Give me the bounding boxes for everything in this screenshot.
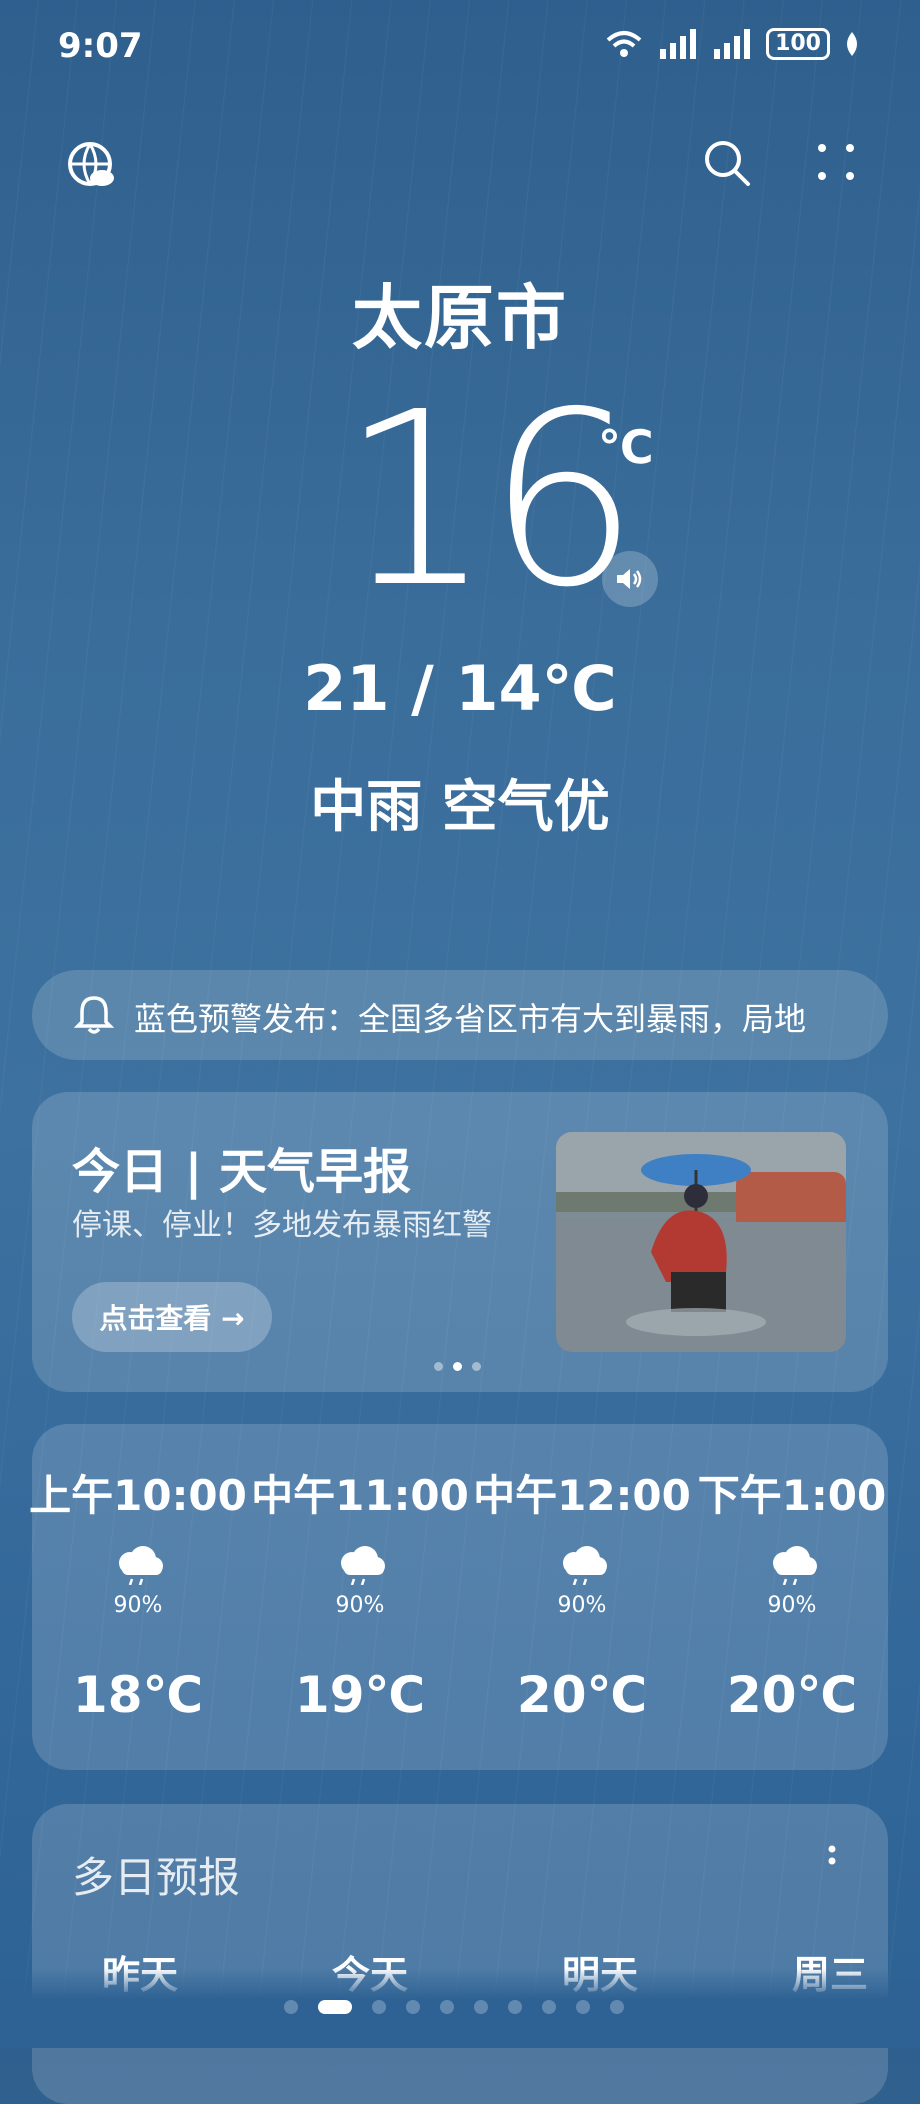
page-dot xyxy=(576,2000,590,2014)
hour-precipitation: 90% xyxy=(767,1593,817,1618)
page-dot xyxy=(610,2000,624,2014)
page-dot xyxy=(440,2000,454,2014)
hourly-forecast-card[interactable]: 上午10:00 90% 18℃ 中午11:00 90% 19℃ 中午12:00 … xyxy=(29,1424,888,1770)
rain-cloud-icon xyxy=(563,1546,607,1586)
weather-condition[interactable]: 中雨 空气优 xyxy=(0,762,920,843)
hour-temperature: 19℃ xyxy=(294,1666,426,1724)
news-image[interactable] xyxy=(556,1132,846,1352)
rain-cloud-icon xyxy=(119,1546,163,1586)
globe-weather-icon[interactable] xyxy=(66,140,116,190)
hour-temperature: 20℃ xyxy=(516,1666,648,1724)
hour-temperature: 20℃ xyxy=(726,1666,858,1724)
hourly-item[interactable]: 中午11:00 90% 19℃ xyxy=(250,1462,470,1724)
rain-cloud-icon xyxy=(341,1546,385,1586)
temperature-range: 21 / 14℃ xyxy=(303,652,617,725)
multi-day-forecast-card[interactable]: 多日预报 昨天 今天 明天 周三 xyxy=(32,1804,888,2104)
news-carousel-indicator xyxy=(434,1362,481,1371)
leaf-icon xyxy=(847,32,857,56)
page-dot xyxy=(406,2000,420,2014)
wifi-icon xyxy=(606,31,642,57)
page-dot xyxy=(542,2000,556,2014)
hourly-item[interactable]: 上午10:00 90% 18℃ xyxy=(28,1462,248,1724)
hour-time: 中午12:00 xyxy=(473,1471,691,1520)
page-dot xyxy=(474,2000,488,2014)
carousel-dot xyxy=(434,1362,443,1371)
hour-temperature: 18℃ xyxy=(72,1666,204,1724)
page-dot xyxy=(284,2000,298,2014)
search-icon[interactable] xyxy=(702,138,752,188)
hour-precipitation: 90% xyxy=(335,1593,385,1618)
view-news-button[interactable]: 点击查看 → xyxy=(72,1282,272,1352)
hour-time: 上午10:00 xyxy=(29,1471,247,1520)
voice-broadcast-button[interactable] xyxy=(602,551,658,607)
daily-news-card[interactable]: 今日 | 天气早报 停课、停业！多地发布暴雨红警 点击查看 → xyxy=(32,1092,888,1392)
carousel-dot-active xyxy=(453,1362,462,1371)
current-temperature: 16 xyxy=(340,360,639,640)
news-subtitle: 停课、停业！多地发布暴雨红警 xyxy=(72,1208,492,1243)
news-title: 今日 | 天气早报 xyxy=(72,1144,411,1200)
rain-cloud-icon xyxy=(773,1546,817,1586)
bell-icon xyxy=(73,996,115,1034)
hourly-item[interactable]: 下午1:00 90% 20℃ xyxy=(682,1462,902,1724)
temperature-unit: ℃ xyxy=(598,420,654,474)
hour-time: 中午11:00 xyxy=(251,1471,469,1520)
city-name[interactable]: 太原市 xyxy=(0,262,920,363)
page-dot xyxy=(508,2000,522,2014)
hour-precipitation: 90% xyxy=(557,1593,607,1618)
speaker-icon xyxy=(617,569,642,589)
city-page-indicator[interactable] xyxy=(284,2000,624,2014)
page-dot xyxy=(372,2000,386,2014)
rain-scene-illustration xyxy=(556,1132,846,1352)
status-icons: 100 xyxy=(604,28,860,60)
signal-icon xyxy=(660,29,697,59)
status-time: 9:07 xyxy=(58,26,143,66)
multi-day-title: 多日预报 xyxy=(72,1853,241,1902)
hour-time: 下午1:00 xyxy=(697,1471,887,1520)
page-dot-active xyxy=(318,2000,352,2014)
carousel-dot xyxy=(472,1362,481,1371)
alert-text: 蓝色预警发布：全国多省区市有大到暴雨，局地 xyxy=(134,1000,807,1038)
weather-alert-banner[interactable]: 蓝色预警发布：全国多省区市有大到暴雨，局地 xyxy=(32,970,888,1060)
vertical-more-icon[interactable] xyxy=(826,1844,838,1878)
hour-precipitation: 90% xyxy=(113,1593,163,1618)
signal-icon-2 xyxy=(714,29,751,59)
more-options-icon[interactable] xyxy=(814,140,858,184)
battery-indicator: 100 xyxy=(766,28,830,60)
hourly-item[interactable]: 中午12:00 90% 20℃ xyxy=(472,1462,692,1724)
